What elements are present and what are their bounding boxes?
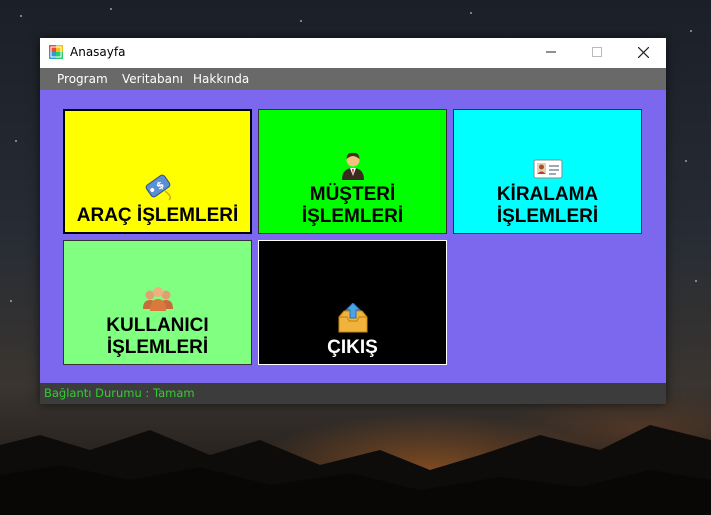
app-icon — [49, 45, 63, 59]
main-window: Anasayfa Program Veritabanı Hakkında $ A… — [40, 38, 666, 404]
minimize-button[interactable] — [528, 38, 574, 68]
exit-tile[interactable]: ÇIKIŞ — [258, 240, 447, 365]
star — [470, 12, 472, 14]
menu-item-veritabani[interactable]: Veritabanı — [115, 68, 190, 90]
users-icon — [142, 287, 173, 311]
exit-inbox-icon — [338, 303, 367, 333]
user-operations-tile[interactable]: KULLANICI İŞLEMLERİ — [63, 240, 252, 365]
title-bar: Anasayfa — [40, 38, 666, 68]
maximize-icon — [592, 47, 602, 57]
menu-item-program[interactable]: Program — [50, 68, 115, 90]
close-button[interactable] — [620, 38, 666, 68]
price-tag-icon: $ — [145, 174, 171, 201]
close-icon — [637, 46, 649, 59]
star — [15, 140, 17, 142]
window-title: Anasayfa — [70, 45, 126, 59]
menu-item-hakkinda[interactable]: Hakkında — [186, 68, 256, 90]
minimize-icon — [546, 51, 556, 53]
customer-icon — [341, 152, 364, 180]
star — [300, 20, 302, 22]
tile-label: ÇIKIŞ — [327, 337, 378, 358]
rental-operations-tile[interactable]: KİRALAMA İŞLEMLERİ — [453, 109, 642, 234]
star — [110, 8, 112, 10]
star — [685, 160, 687, 162]
status-bar: Bağlantı Durumu : Tamam — [40, 383, 666, 404]
star — [20, 15, 22, 17]
mountain-silhouette — [0, 425, 711, 515]
tile-label: MÜŞTERİ İŞLEMLERİ — [301, 184, 404, 227]
menu-bar: Program Veritabanı Hakkında — [40, 68, 666, 90]
vehicle-operations-tile[interactable]: $ ARAÇ İŞLEMLERİ — [63, 109, 252, 234]
tile-label: KULLANICI İŞLEMLERİ — [106, 315, 209, 358]
connection-status: Bağlantı Durumu : Tamam — [44, 386, 195, 400]
tile-label: KİRALAMA İŞLEMLERİ — [496, 184, 599, 227]
tile-label: ARAÇ İŞLEMLERİ — [76, 205, 239, 226]
maximize-button[interactable] — [574, 38, 620, 68]
star — [695, 280, 697, 282]
star — [690, 30, 692, 32]
star — [10, 300, 12, 302]
id-card-icon — [533, 159, 562, 179]
customer-operations-tile[interactable]: MÜŞTERİ İŞLEMLERİ — [258, 109, 447, 234]
